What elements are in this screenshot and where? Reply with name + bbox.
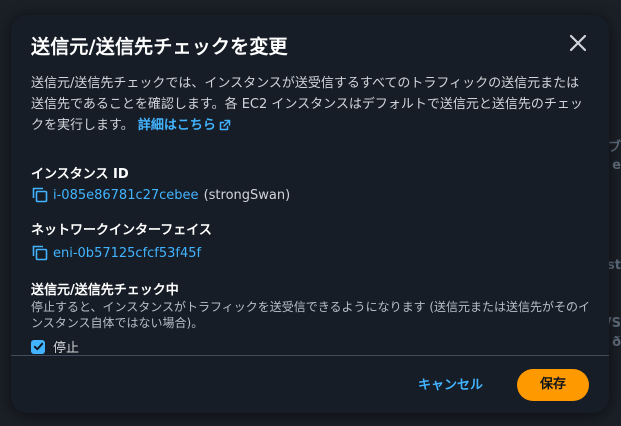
details-link-label: 詳細はこちら	[137, 118, 216, 133]
copy-icon[interactable]	[31, 186, 49, 204]
instance-id-value[interactable]: i-085e86781c27cebee	[53, 188, 199, 203]
instance-id-label: インスタンス ID	[31, 167, 129, 182]
save-button[interactable]: 保存	[517, 369, 589, 401]
background-text-fragment: ð	[612, 335, 621, 350]
background-text-fragment: e	[612, 158, 621, 173]
source-dest-check-section: 送信元/送信先チェック中 停止すると、インスタンスがトラフィックを送受信できるよ…	[31, 279, 591, 356]
description-text: 送信元/送信先チェックでは、インスタンスが送受信するすべてのトラフィックの送信元…	[31, 76, 583, 133]
source-dest-check-label: 送信元/送信先チェック中	[31, 283, 179, 298]
stop-checkbox[interactable]	[31, 339, 45, 354]
instance-name: (strongSwan)	[203, 187, 291, 203]
details-link[interactable]: 詳細はこちら	[138, 118, 231, 133]
cancel-button[interactable]: キャンセル	[410, 370, 491, 402]
network-interface-section: ネットワークインターフェイス eni-0b57125cfcf53f45f	[31, 219, 212, 262]
footer-divider	[11, 355, 609, 356]
modal-body: 送信元/送信先チェックでは、インスタンスが送受信するすべてのトラフィックの送信元…	[31, 73, 591, 356]
external-link-icon	[219, 117, 231, 138]
change-source-dest-check-modal: 送信元/送信先チェックを変更 送信元/送信先チェックでは、インスタンスが送受信す…	[11, 15, 609, 413]
network-interface-value[interactable]: eni-0b57125cfcf53f45f	[53, 246, 201, 261]
instance-id-section: インスタンス ID i-085e86781c27cebee (strongSwa…	[31, 163, 290, 204]
network-interface-row: eni-0b57125cfcf53f45f	[31, 244, 212, 262]
instance-id-row: i-085e86781c27cebee (strongSwan)	[31, 186, 290, 204]
source-dest-check-hint: 停止すると、インスタンスがトラフィックを送受信できるようになります (送信元また…	[31, 300, 591, 330]
stop-checkbox-row[interactable]: 停止	[31, 337, 591, 356]
network-interface-label: ネットワークインターフェイス	[31, 223, 212, 238]
checkmark-icon	[33, 342, 43, 351]
close-button[interactable]	[567, 32, 589, 54]
background-text-fragment: ブ	[607, 140, 621, 155]
background-text-fragment: st	[607, 258, 621, 273]
stop-checkbox-label: 停止	[53, 341, 80, 356]
close-icon	[569, 34, 587, 52]
modal-title: 送信元/送信先チェックを変更	[31, 36, 288, 58]
modal-description: 送信元/送信先チェックでは、インスタンスが送受信するすべてのトラフィックの送信元…	[31, 73, 591, 138]
copy-icon[interactable]	[31, 244, 49, 262]
